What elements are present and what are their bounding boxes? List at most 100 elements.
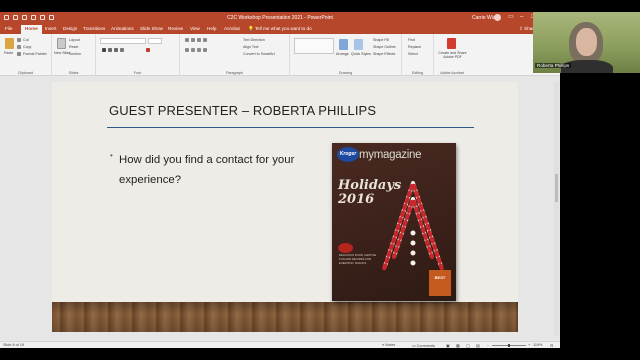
shape-fill-button[interactable]: Shape Fill [373,38,389,42]
magazine-cover-image[interactable]: Kroger mymagazine Holidays 2016 DELICIOU… [332,143,456,301]
align-center-icon[interactable] [191,48,195,52]
lightbulb-icon: 💡 [248,26,254,31]
strikethrough-icon[interactable] [120,48,124,52]
notes-label: Notes [385,343,396,347]
find-button[interactable]: Find [408,38,415,42]
tab-design[interactable]: Design [63,26,77,31]
layout-button[interactable]: Layout [69,38,80,42]
align-left-icon[interactable] [185,48,189,52]
convert-smartart-button[interactable]: Convert to SmartArt [243,52,275,56]
shapes-gallery[interactable] [294,38,334,54]
title-bar: C2C Workshop Presentation 2021 - PowerPo… [0,12,560,23]
user-avatar[interactable] [494,14,501,21]
tab-insert[interactable]: Insert [45,26,57,31]
copy-label[interactable]: Copy [23,45,31,49]
select-button[interactable]: Select [408,52,418,56]
tell-me-search[interactable]: 💡 Tell me what you want to do [248,26,312,32]
group-drawing: Arrange Quick Styles Shape Fill Shape Ou… [290,34,402,76]
reading-view-icon[interactable]: ▢ [466,343,470,348]
title-rule [107,127,474,128]
zoom-in-icon[interactable]: + [528,343,530,347]
tab-file[interactable]: File [5,26,12,31]
bullets-icon[interactable] [185,38,189,42]
new-slide-icon[interactable] [57,38,66,49]
group-paragraph: Text Direction Align Text Convert to Sma… [180,34,290,76]
comments-icon: ▭ [412,344,416,348]
normal-view-icon[interactable]: ▣ [446,343,450,348]
increase-indent-icon[interactable] [203,38,207,42]
minimize-icon[interactable]: – [520,14,523,21]
tab-home[interactable]: Home [21,25,42,34]
replace-button[interactable]: Replace [408,45,421,49]
quick-styles-icon[interactable] [354,39,363,50]
paste-label[interactable]: Paste [4,51,13,55]
slide[interactable]: GUEST PRESENTER – ROBERTA PHILLIPS • How… [52,82,518,332]
tab-review[interactable]: Review [168,26,183,31]
create-share-pdf-label[interactable]: Create and Share Adobe PDF [436,51,469,59]
underline-icon[interactable] [114,48,118,52]
group-editing: Find Replace Select Editing [402,34,434,76]
cut-icon[interactable] [17,38,21,42]
tab-acrobat[interactable]: Acrobat [224,26,240,31]
quick-styles-label[interactable]: Quick Styles [351,52,371,56]
italic-icon[interactable] [108,48,112,52]
zoom-level[interactable]: 119% [533,343,542,347]
section-button[interactable]: Section [69,52,81,56]
slides-group-label: Slides [68,71,79,75]
tab-transitions[interactable]: Transitions [83,26,105,31]
font-name-field[interactable] [100,38,146,44]
align-text-button[interactable]: Align Text [243,45,259,49]
wood-floor-background [52,302,518,332]
zoom-out-icon[interactable]: – [487,343,489,347]
scrollbar-thumb[interactable] [555,174,558,202]
slideshow-view-icon[interactable]: ▤ [476,343,480,348]
slide-thumbnail-pane[interactable] [0,77,50,341]
align-right-icon[interactable] [197,48,201,52]
magazine-name: mymagazine [359,149,422,161]
comments-button[interactable]: ▭ Comments [412,343,435,348]
bold-icon[interactable] [102,48,106,52]
drawing-group-label: Drawing [338,71,353,75]
copy-icon[interactable] [17,45,21,49]
magazine-logo: Kroger [337,147,359,162]
slide-count: Slide 8 of 19 [3,343,25,347]
comments-label: Comments [416,344,436,348]
tab-view[interactable]: View [190,26,200,31]
paste-icon[interactable] [5,38,14,49]
numbering-icon[interactable] [191,38,195,42]
fit-slide-icon[interactable]: ⊡ [550,343,553,348]
ribbon-display-icon[interactable]: ▭ [508,14,514,21]
vertical-scrollbar[interactable] [554,82,559,336]
acrobat-group-label: Adobe Acrobat [440,71,464,75]
arrange-icon[interactable] [339,39,348,50]
tab-help[interactable]: Help [207,26,216,31]
slide-sorter-icon[interactable]: ▦ [456,343,460,348]
bullet-text[interactable]: How did you find a contact for your expe… [119,150,309,190]
tell-me-label: Tell me what you want to do [254,26,312,31]
new-slide-label[interactable]: New Slide [54,51,70,55]
cut-label[interactable]: Cut [23,38,29,42]
font-size-field[interactable] [148,38,162,44]
font-color-icon[interactable] [146,48,150,52]
magazine-badge: BEST [429,270,451,296]
paragraph-group-label: Paragraph [226,71,243,75]
tab-animations[interactable]: Animations [111,26,134,31]
shape-effects-button[interactable]: Shape Effects [373,52,395,56]
text-direction-button[interactable]: Text Direction [243,38,265,42]
arrange-label[interactable]: Arrange [336,52,349,56]
share-icon: ⇪ [519,26,523,31]
zoom-slider-knob[interactable] [508,344,510,347]
tab-slide-show[interactable]: Slide Show [140,26,163,31]
reset-button[interactable]: Reset [69,45,78,49]
justify-icon[interactable] [203,48,207,52]
format-painter-label[interactable]: Format Painter [23,52,47,56]
pdf-icon[interactable] [447,38,456,49]
editing-group-label: Editing [412,71,423,75]
notes-button[interactable]: ≡ Notes [382,343,395,347]
slide-title[interactable]: GUEST PRESENTER – ROBERTA PHILLIPS [109,103,376,118]
decrease-indent-icon[interactable] [197,38,201,42]
ribbon-tabs: File Home Insert Design Transitions Anim… [0,23,560,34]
format-painter-icon[interactable] [17,52,21,56]
group-slides: New Slide Layout Reset Section Slides [52,34,96,76]
shape-outline-button[interactable]: Shape Outline [373,45,396,49]
